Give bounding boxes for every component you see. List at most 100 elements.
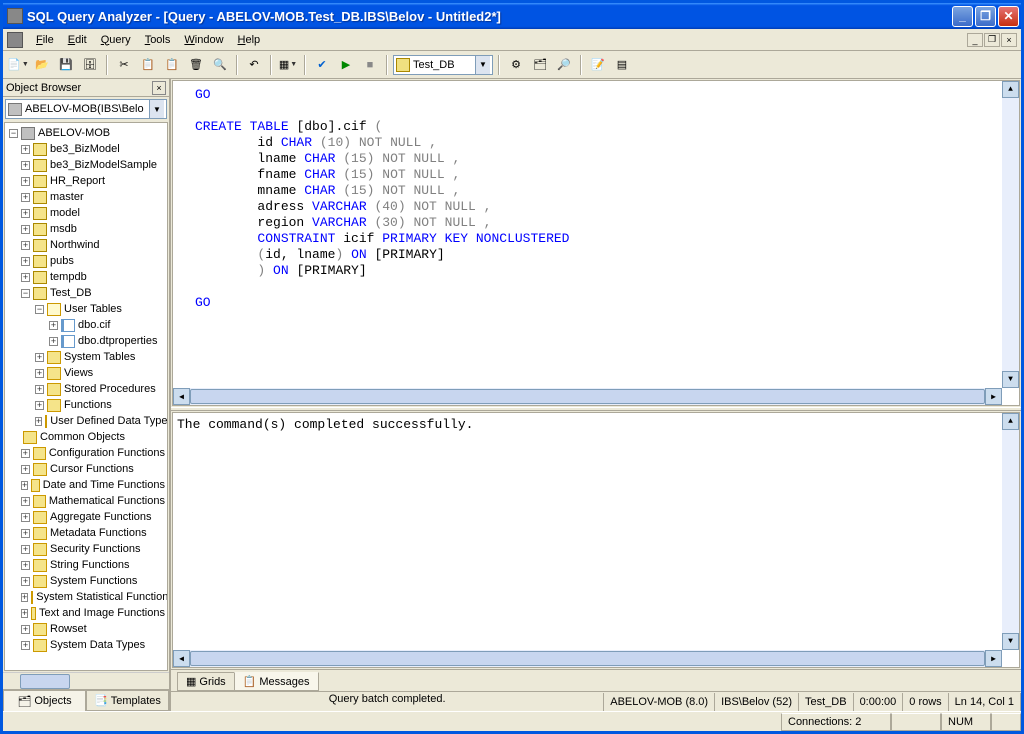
menu-tools[interactable]: Tools xyxy=(138,32,178,48)
save-all-button[interactable]: 🗄 xyxy=(79,54,101,76)
server-combo[interactable]: ABELOV-MOB(IBS\Belo ▼ xyxy=(5,99,167,119)
tree-common[interactable]: Common Objects xyxy=(7,429,165,445)
execute-button[interactable]: ▶ xyxy=(335,54,357,76)
tree-folder[interactable]: +Metadata Functions xyxy=(7,525,165,541)
tree-server[interactable]: −ABELOV-MOB xyxy=(7,125,165,141)
maximize-button[interactable]: ❐ xyxy=(975,6,996,27)
show-results-button[interactable]: ▤ xyxy=(611,54,633,76)
tree-folder[interactable]: +Rowset xyxy=(7,621,165,637)
scroll-right-button[interactable]: ▶ xyxy=(985,650,1002,667)
stop-button[interactable]: ■ xyxy=(359,54,381,76)
new-query-button[interactable]: 📄▼ xyxy=(7,54,29,76)
scroll-right-button[interactable]: ▶ xyxy=(985,388,1002,405)
tree-db[interactable]: +master xyxy=(7,189,165,205)
tree-folder[interactable]: +System Statistical Functions xyxy=(7,589,165,605)
tab-messages[interactable]: 📋Messages xyxy=(234,672,319,691)
sql-editor-content[interactable]: GO CREATE TABLE [dbo].cif ( id CHAR (10)… xyxy=(173,81,1019,317)
tree-table[interactable]: +dbo.cif xyxy=(7,317,165,333)
minimize-button[interactable]: _ xyxy=(952,6,973,27)
tree-db[interactable]: +be3_BizModel xyxy=(7,141,165,157)
save-button[interactable]: 💾 xyxy=(55,54,77,76)
menu-query[interactable]: Query xyxy=(94,32,138,48)
tree-folder[interactable]: +System Data Types xyxy=(7,637,165,653)
mdi-close-button[interactable]: × xyxy=(1001,33,1017,47)
tree-folder[interactable]: +Views xyxy=(7,365,165,381)
tab-objects[interactable]: 🗂Objects xyxy=(3,690,86,711)
menu-window[interactable]: Window xyxy=(177,32,230,48)
tab-templates[interactable]: 📑Templates xyxy=(86,690,169,711)
tree-folder[interactable]: +Date and Time Functions xyxy=(7,477,165,493)
status-cursor-pos: Ln 14, Col 1 xyxy=(949,693,1021,711)
scroll-up-button[interactable]: ▲ xyxy=(1002,413,1019,430)
results-mode-button[interactable]: ▦▼ xyxy=(277,54,299,76)
object-browser-button[interactable]: 🗂 xyxy=(529,54,551,76)
scroll-left-button[interactable]: ◀ xyxy=(173,388,190,405)
close-button[interactable]: ✕ xyxy=(998,6,1019,27)
tree-db[interactable]: +pubs xyxy=(7,253,165,269)
clear-button[interactable]: 🗑 xyxy=(185,54,207,76)
menu-edit[interactable]: Edit xyxy=(61,32,94,48)
tab-grids[interactable]: ▦Grids xyxy=(177,672,235,691)
object-search-button[interactable]: 🔎 xyxy=(553,54,575,76)
folder-icon xyxy=(47,351,61,364)
tree-folder[interactable]: +Functions xyxy=(7,397,165,413)
copy-button[interactable]: 📋 xyxy=(137,54,159,76)
titlebar[interactable]: SQL Query Analyzer - [Query - ABELOV-MOB… xyxy=(3,3,1021,29)
results-vscrollbar[interactable]: ▲ ▼ xyxy=(1002,413,1019,650)
tree-db[interactable]: +be3_BizModelSample xyxy=(7,157,165,173)
find-button[interactable]: 🔍 xyxy=(209,54,231,76)
object-browser-close-button[interactable]: × xyxy=(152,81,166,95)
estimated-plan-button[interactable]: ⚙ xyxy=(505,54,527,76)
tree-folder[interactable]: +Mathematical Functions xyxy=(7,493,165,509)
tree-folder[interactable]: +Cursor Functions xyxy=(7,461,165,477)
database-icon xyxy=(33,271,47,284)
database-icon xyxy=(33,207,47,220)
menu-file[interactable]: File xyxy=(29,32,61,48)
tree-db[interactable]: +HR_Report xyxy=(7,173,165,189)
paste-button[interactable]: 📋 xyxy=(161,54,183,76)
tree-folder[interactable]: +Stored Procedures xyxy=(7,381,165,397)
scroll-down-button[interactable]: ▼ xyxy=(1002,371,1019,388)
tree-folder[interactable]: +System Functions xyxy=(7,573,165,589)
tree-folder[interactable]: +Security Functions xyxy=(7,541,165,557)
tree-folder[interactable]: +Text and Image Functions xyxy=(7,605,165,621)
tree-db-test[interactable]: −Test_DB xyxy=(7,285,165,301)
tree-folder[interactable]: +Configuration Functions xyxy=(7,445,165,461)
scroll-down-button[interactable]: ▼ xyxy=(1002,633,1019,650)
mdi-minimize-button[interactable]: _ xyxy=(967,33,983,47)
status-num: NUM xyxy=(941,713,991,731)
editor-vscrollbar[interactable]: ▲ ▼ xyxy=(1002,81,1019,388)
scroll-up-button[interactable]: ▲ xyxy=(1002,81,1019,98)
menu-help[interactable]: Help xyxy=(231,32,268,48)
cut-button[interactable]: ✂ xyxy=(113,54,135,76)
editor-hscrollbar[interactable]: ◀ ▶ xyxy=(173,388,1002,405)
tree-db[interactable]: +Northwind xyxy=(7,237,165,253)
mdi-restore-button[interactable]: ❐ xyxy=(984,33,1000,47)
folder-icon xyxy=(47,399,61,412)
database-icon xyxy=(33,287,47,300)
tree-db[interactable]: +msdb xyxy=(7,221,165,237)
object-tree[interactable]: −ABELOV-MOB +be3_BizModel +be3_BizModelS… xyxy=(4,122,168,671)
tree-db[interactable]: +tempdb xyxy=(7,269,165,285)
tree-db[interactable]: +model xyxy=(7,205,165,221)
chevron-down-icon: ▼ xyxy=(149,100,164,118)
tree-folder[interactable]: +String Functions xyxy=(7,557,165,573)
sql-editor[interactable]: GO CREATE TABLE [dbo].cif ( id CHAR (10)… xyxy=(172,80,1020,406)
status-ins xyxy=(991,713,1021,731)
tree-hscrollbar[interactable] xyxy=(3,672,169,689)
tree-table[interactable]: +dbo.dtproperties xyxy=(7,333,165,349)
tree-folder[interactable]: +User Defined Data Types xyxy=(7,413,165,429)
parse-button[interactable]: ✔ xyxy=(311,54,333,76)
results-pane[interactable]: The command(s) completed successfully. ▲… xyxy=(172,412,1020,668)
editor-results-splitter[interactable] xyxy=(171,407,1021,411)
undo-button[interactable]: ↶ xyxy=(243,54,265,76)
tree-user-tables[interactable]: −User Tables xyxy=(7,301,165,317)
browser-tabs: 🗂Objects 📑Templates xyxy=(3,689,169,711)
options-button[interactable]: 📝 xyxy=(587,54,609,76)
results-hscrollbar[interactable]: ◀ ▶ xyxy=(173,650,1002,667)
tree-folder[interactable]: +Aggregate Functions xyxy=(7,509,165,525)
database-combo[interactable]: Test_DB ▼ xyxy=(393,55,493,75)
scroll-left-button[interactable]: ◀ xyxy=(173,650,190,667)
open-button[interactable]: 📂 xyxy=(31,54,53,76)
tree-folder[interactable]: +System Tables xyxy=(7,349,165,365)
